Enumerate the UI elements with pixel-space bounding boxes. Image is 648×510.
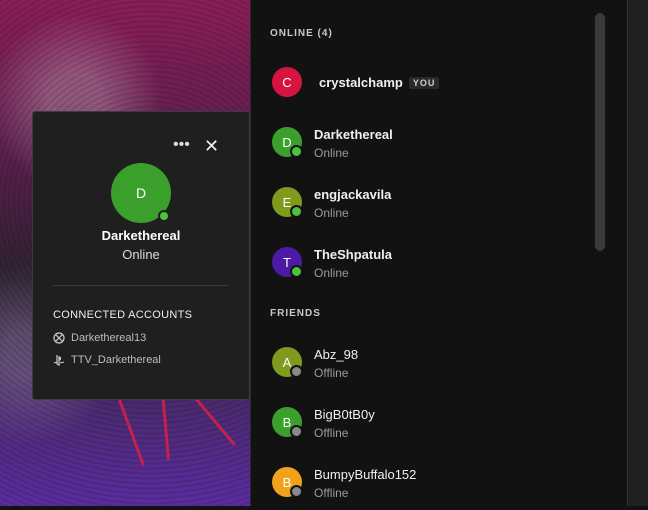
offline-status-dot <box>290 485 303 498</box>
friend-name: Abz_98 <box>314 347 359 362</box>
friend-status: Offline <box>314 366 349 380</box>
friend-row[interactable]: A Abz_98 Offline <box>262 334 582 390</box>
online-status-dot <box>158 210 170 222</box>
friend-row[interactable]: B BumpyBuffalo152 Offline <box>262 454 582 510</box>
avatar-initial: D <box>135 185 147 201</box>
profile-popup: ••• ✕ D Darkethereal Online CONNECTED AC… <box>32 111 250 400</box>
profile-status: Online <box>122 247 160 262</box>
friend-row[interactable]: E engjackavila Online <box>262 174 582 230</box>
friend-row[interactable]: C crystalchamp YOU <box>262 54 582 110</box>
right-edge-strip <box>627 0 648 506</box>
friend-name: Darkethereal <box>314 127 393 142</box>
friend-row[interactable]: B BigB0tB0y Offline <box>262 394 582 450</box>
friend-status: Online <box>314 206 349 220</box>
connected-accounts-title: CONNECTED ACCOUNTS <box>53 309 193 321</box>
friend-status: Offline <box>314 486 349 500</box>
playstation-icon <box>53 354 65 366</box>
friend-name: BigB0tB0y <box>314 407 375 422</box>
you-badge: YOU <box>408 77 440 89</box>
scrollbar-thumb[interactable] <box>595 13 605 251</box>
avatar: E <box>272 187 303 218</box>
avatar: T <box>272 247 303 278</box>
profile-name: Darkethereal <box>101 228 181 243</box>
online-status-dot <box>290 205 303 218</box>
friends-scrollbar[interactable] <box>595 10 605 506</box>
friend-name: engjackavila <box>314 187 392 202</box>
offline-status-dot <box>290 365 303 378</box>
offline-status-dot <box>290 425 303 438</box>
avatar: A <box>272 347 303 378</box>
close-icon[interactable]: ✕ <box>204 136 219 157</box>
divider <box>53 285 229 286</box>
profile-avatar: D <box>111 163 171 223</box>
friend-name: TheShpatula <box>314 247 393 262</box>
friend-status: Online <box>314 266 349 280</box>
avatar: B <box>272 407 303 438</box>
friend-row[interactable]: T TheShpatula Online <box>262 234 582 290</box>
connected-account-label: Darkethereal13 <box>71 332 147 344</box>
friend-name-text: crystalchamp <box>319 75 403 90</box>
avatar: C <box>272 67 302 97</box>
friend-status: Online <box>314 146 349 160</box>
avatar: B <box>272 467 303 498</box>
xbox-icon <box>53 332 65 344</box>
connected-account-playstation: TTV_Darkethereal <box>53 354 161 366</box>
online-status-dot <box>290 145 303 158</box>
online-section-title: ONLINE (4) <box>270 28 333 39</box>
avatar-initial: T <box>283 254 291 270</box>
more-options-icon[interactable]: ••• <box>173 136 190 154</box>
connected-account-xbox: Darkethereal13 <box>53 332 146 344</box>
connected-account-label: TTV_Darkethereal <box>71 354 161 366</box>
avatar-initial: C <box>282 74 292 90</box>
friend-row[interactable]: D Darkethereal Online <box>262 114 582 170</box>
friend-name: BumpyBuffalo152 <box>314 467 417 482</box>
friend-name: crystalchamp YOU <box>319 75 440 90</box>
friend-status: Offline <box>314 426 349 440</box>
friends-section-title: FRIENDS <box>270 308 321 319</box>
avatar: D <box>272 127 303 158</box>
online-status-dot <box>290 265 303 278</box>
